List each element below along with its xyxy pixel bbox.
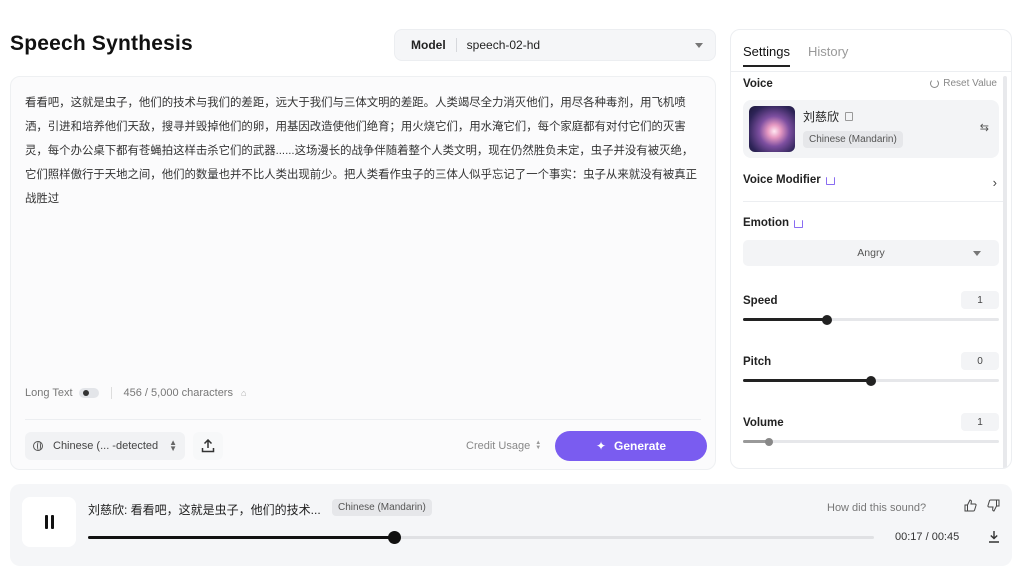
audio-player: 刘慈欣: 看看吧，这就是虫子，他们的技术... Chinese (Mandari… (10, 484, 1012, 566)
divider (25, 419, 701, 420)
speed-value[interactable]: 1 (961, 291, 999, 309)
generate-label: Generate (614, 439, 667, 453)
long-text-label: Long Text (25, 387, 73, 399)
language-value: Chinese (... -detected (53, 440, 159, 452)
voice-language-badge: Chinese (Mandarin) (803, 131, 903, 148)
credit-usage-label: Credit Usage (466, 440, 531, 452)
speed-slider-thumb[interactable] (822, 314, 833, 325)
crown-icon (825, 177, 835, 185)
tab-settings[interactable]: Settings (743, 44, 790, 67)
pitch-slider[interactable] (743, 375, 999, 386)
emotion-value: Angry (857, 247, 885, 259)
sparkle-icon: ✦ (595, 439, 607, 453)
language-select[interactable]: Chinese (... -detected ▲ ▼ (25, 432, 185, 460)
text-input[interactable]: 看看吧，这就是虫子，他们的技术与我们的差距，远大于我们与三体文明的差距。人类竭尽… (25, 91, 703, 211)
editor-status-bar: Long Text 456 / 5,000 characters ⌂ (25, 387, 246, 399)
pause-icon (44, 515, 48, 529)
pitch-slider-thumb[interactable] (866, 375, 876, 386)
voice-modifier-label: Voice Modifier (743, 174, 821, 186)
chevron-updown-icon: ▲ ▼ (535, 440, 542, 451)
divider (731, 71, 1011, 72)
track-title: 刘慈欣: 看看吧，这就是虫子，他们的技术... (88, 503, 321, 517)
volume-control: Volume 1 (743, 413, 999, 446)
volume-value[interactable]: 1 (961, 413, 999, 431)
copy-icon[interactable] (845, 112, 854, 121)
feedback-prompt: How did this sound? (827, 502, 927, 514)
chevron-updown-icon: ▲ ▼ (169, 438, 177, 453)
avatar (749, 106, 795, 152)
emotion-select[interactable]: Angry (743, 240, 999, 266)
pause-icon (50, 515, 54, 529)
text-editor-panel: 看看吧，这就是虫子，他们的技术与我们的差距，远大于我们与三体文明的差距。人类竭尽… (10, 76, 716, 470)
model-select[interactable]: Model speech-02-hd (394, 29, 716, 61)
model-label: Model (411, 38, 446, 52)
reset-value-label: Reset Value (943, 78, 997, 89)
settings-panel: Settings History Voice Reset Value 刘慈欣 C… (730, 29, 1012, 469)
pitch-slider-fill (743, 379, 871, 382)
voice-name: 刘慈欣 (803, 110, 840, 124)
divider (743, 201, 1003, 202)
refresh-icon (930, 79, 940, 88)
voice-card[interactable]: 刘慈欣 Chinese (Mandarin) ⇆ (743, 100, 999, 158)
volume-slider-thumb[interactable] (764, 437, 773, 446)
upload-icon (201, 439, 215, 453)
chevron-right-icon[interactable]: › (993, 175, 997, 190)
globe-icon (33, 441, 43, 451)
settings-tabs: Settings History (743, 44, 848, 67)
volume-slider[interactable] (743, 437, 999, 446)
track-language-badge: Chinese (Mandarin) (332, 499, 432, 516)
page-title: Speech Synthesis (10, 32, 193, 55)
feedback-buttons (964, 499, 1000, 515)
crown-icon (794, 220, 803, 228)
settings-scrollbar[interactable] (1003, 76, 1007, 468)
trash-icon[interactable]: ⌂ (241, 388, 246, 398)
emotion-row: Emotion (743, 217, 803, 229)
chevron-down-icon (973, 251, 981, 256)
tab-history[interactable]: History (808, 44, 848, 67)
pitch-control: Pitch 0 (743, 352, 999, 386)
divider (110, 387, 112, 399)
thumbs-down-icon[interactable] (987, 499, 1000, 515)
generate-button[interactable]: ✦ Generate (555, 431, 707, 461)
playback-progress-fill (88, 536, 395, 539)
emotion-label: Emotion (743, 217, 789, 229)
upload-button[interactable] (193, 432, 223, 460)
model-value: speech-02-hd (466, 38, 541, 52)
pause-button[interactable] (22, 497, 76, 547)
speed-slider[interactable] (743, 314, 999, 325)
credit-usage[interactable]: Credit Usage ▲ ▼ (466, 440, 541, 452)
chevron-down-icon (695, 42, 703, 48)
time-display: 00:17 / 00:45 (895, 531, 960, 543)
speed-control: Speed 1 (743, 291, 999, 325)
voice-label: Voice (743, 78, 773, 90)
swap-icon[interactable]: ⇆ (980, 121, 989, 134)
long-text-toggle[interactable] (78, 388, 99, 398)
character-count: 456 / 5,000 characters (123, 387, 233, 399)
playback-progress[interactable] (88, 531, 874, 544)
download-icon[interactable] (988, 530, 1000, 546)
playback-progress-thumb[interactable] (388, 531, 402, 544)
reset-value-button[interactable]: Reset Value (930, 78, 997, 89)
pitch-value[interactable]: 0 (961, 352, 999, 370)
speed-slider-fill (743, 318, 828, 321)
voice-name-row: 刘慈欣 (803, 108, 854, 125)
divider (455, 38, 457, 52)
voice-modifier-row[interactable]: Voice Modifier (743, 174, 835, 186)
thumbs-up-icon[interactable] (964, 499, 977, 515)
